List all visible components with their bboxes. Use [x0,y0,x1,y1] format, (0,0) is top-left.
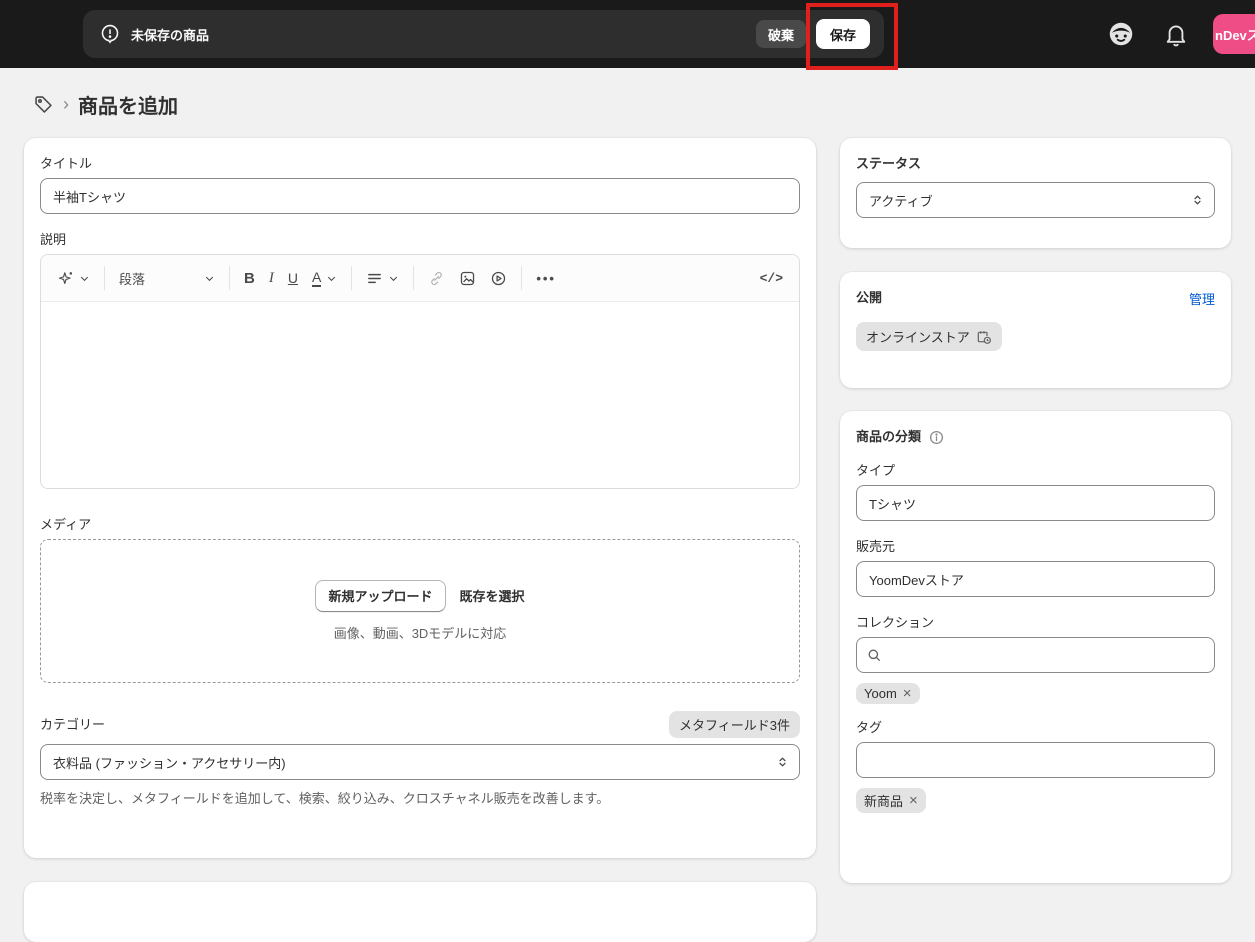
product-details-card: タイトル 説明 段落 B I U A [24,138,816,858]
category-label: カテゴリー [40,715,105,735]
breadcrumb: › 商品を追加 [33,90,178,119]
category-select[interactable]: 衣料品 (ファッション・アクセサリー内) [40,744,800,780]
alert-icon [99,23,121,45]
show-html-icon[interactable]: </> [754,266,789,291]
online-store-channel-chip[interactable]: オンラインストア [856,322,1002,351]
media-hint: 画像、動画、3Dモデルに対応 [334,625,507,643]
organization-label: 商品の分類 [856,427,921,447]
publishing-card: 公開 管理 オンラインストア [840,272,1231,388]
product-organization-card: 商品の分類 タイプ 販売元 コレクション Yoom × タグ [840,411,1231,883]
media-label: メディア [40,515,800,535]
description-editor: 段落 B I U A [40,254,800,489]
collection-chip-label: Yoom [864,686,897,701]
italic-button[interactable]: I [263,265,280,292]
paragraph-style-value: 段落 [119,269,145,288]
more-formatting-icon[interactable]: ••• [530,266,562,291]
status-select[interactable]: アクティブ [856,182,1215,218]
discard-button[interactable]: 破棄 [756,20,806,48]
unsaved-label: 未保存の商品 [131,25,209,44]
breadcrumb-chevron-icon: › [63,95,69,113]
category-hint: 税率を決定し、メタフィールドを追加して、検索、絞り込み、クロスチャネル販売を改善… [40,790,800,808]
next-section-card [24,882,816,942]
editor-toolbar: 段落 B I U A [41,255,799,302]
ai-sparkle-button[interactable] [51,265,96,292]
tags-label: タグ [856,718,1215,738]
title-input[interactable] [40,178,800,214]
avatar-label: nDevス [1215,25,1255,44]
manage-link[interactable]: 管理 [1189,289,1215,308]
tags-input[interactable] [856,742,1215,778]
status-value: アクティブ [869,191,933,210]
status-card: ステータス アクティブ [840,138,1231,248]
collections-search-input[interactable] [856,637,1215,673]
text-color-button[interactable]: A [306,265,343,292]
description-textarea[interactable] [41,302,799,488]
metafields-badge[interactable]: メタフィールド3件 [669,711,800,738]
insert-image-icon[interactable] [453,265,482,292]
products-tag-icon[interactable] [33,94,54,115]
vendor-label: 販売元 [856,537,1215,557]
vendor-input[interactable] [856,561,1215,597]
tag-chip-label: 新商品 [864,791,903,810]
remove-tag-icon[interactable]: × [909,793,918,808]
select-updown-icon [776,756,789,769]
search-icon [866,647,882,663]
paragraph-style-dropdown[interactable]: 段落 [113,264,221,293]
description-label: 説明 [40,230,800,250]
type-label: タイプ [856,461,1215,481]
notifications-bell-icon[interactable] [1162,20,1190,48]
text-color-letter: A [312,270,321,287]
unsaved-changes-bar: 未保存の商品 破棄 保存 [83,10,884,58]
sidekick-assistant-icon[interactable] [1106,19,1136,49]
status-label: ステータス [856,154,1215,174]
bold-button[interactable]: B [238,265,261,292]
page-title: 商品を追加 [78,90,178,119]
underline-button[interactable]: U [282,265,304,291]
channel-name: オンラインストア [866,327,970,346]
type-input[interactable] [856,485,1215,521]
insert-link-icon[interactable] [422,265,451,292]
upload-new-button[interactable]: 新規アップロード [315,580,445,612]
title-label: タイトル [40,154,800,174]
collection-chip: Yoom × [856,683,920,704]
category-value: 衣料品 (ファッション・アクセサリー内) [53,753,286,772]
select-updown-icon [1191,194,1204,207]
tag-chip: 新商品 × [856,788,926,813]
text-align-button[interactable] [360,265,405,292]
info-icon[interactable] [928,429,945,446]
media-dropzone[interactable]: 新規アップロード 既存を選択 画像、動画、3Dモデルに対応 [40,539,800,683]
select-existing-button[interactable]: 既存を選択 [460,586,525,605]
store-avatar[interactable]: nDevス [1213,14,1255,54]
collections-label: コレクション [856,613,1215,633]
insert-video-icon[interactable] [484,265,513,292]
publishing-label: 公開 [856,288,882,308]
schedule-calendar-clock-icon [976,329,992,345]
remove-collection-icon[interactable]: × [903,686,912,701]
top-bar: 未保存の商品 破棄 保存 nDevス [0,0,1255,68]
save-button[interactable]: 保存 [816,19,870,49]
